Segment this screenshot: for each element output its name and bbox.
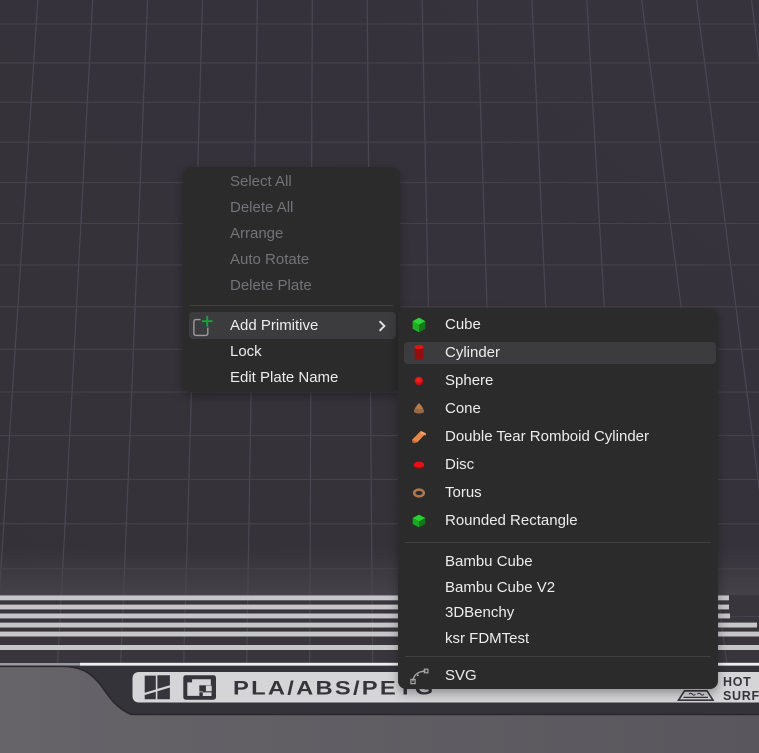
svg-text:HOT: HOT <box>723 675 752 689</box>
svg-text:SURF: SURF <box>723 689 759 703</box>
